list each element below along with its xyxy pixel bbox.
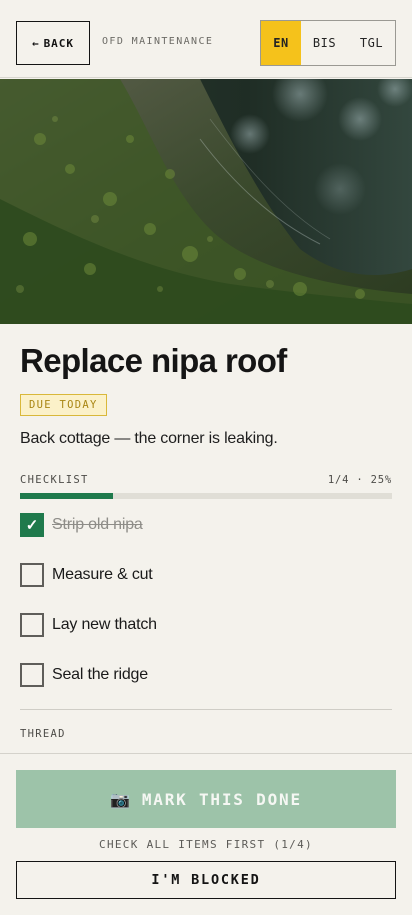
checkbox[interactable] (20, 663, 44, 687)
task-description: Back cottage — the corner is leaking. (20, 430, 278, 447)
camera-icon: 📷 (110, 789, 132, 809)
checklist-item[interactable]: Measure & cut (20, 550, 392, 600)
task-photo (0, 79, 412, 324)
section-divider (20, 709, 392, 710)
checklist: ✓ Strip old nipa Measure & cut Lay new t… (20, 500, 392, 700)
task-title: Replace nipa roof (20, 342, 287, 379)
due-badge: DUE TODAY (20, 394, 107, 416)
top-bar: ← BACK OFD MAINTENANCE EN BIS TGL (0, 0, 412, 78)
thread-heading: THREAD (20, 728, 66, 740)
back-label: BACK (43, 36, 75, 50)
checklist-progress-fill (20, 493, 113, 499)
checklist-progress-text: 1/4 · 25% (327, 474, 392, 486)
language-option-en[interactable]: EN (261, 21, 301, 65)
checklist-item-label: Lay new thatch (52, 616, 157, 633)
mark-done-button[interactable]: 📷 MARK THIS DONE (16, 770, 396, 828)
checkbox[interactable] (20, 563, 44, 587)
mark-done-label: MARK THIS DONE (141, 789, 302, 809)
language-switcher: EN BIS TGL (260, 20, 396, 66)
checklist-progress-bar (20, 493, 392, 499)
checklist-item[interactable]: Seal the ridge (20, 650, 392, 700)
checklist-item[interactable]: Lay new thatch (20, 600, 392, 650)
checklist-item-label: Seal the ridge (52, 666, 148, 683)
checklist-item-label: Measure & cut (52, 566, 153, 583)
back-button[interactable]: ← BACK (16, 21, 90, 65)
arrow-left-icon: ← (31, 36, 40, 50)
checklist-heading: CHECKLIST (20, 474, 89, 486)
completion-hint: CHECK ALL ITEMS FIRST (1/4) (99, 838, 313, 851)
action-footer: 📷 MARK THIS DONE CHECK ALL ITEMS FIRST (… (0, 753, 412, 915)
checklist-item-label: Strip old nipa (52, 516, 143, 533)
checklist-item[interactable]: ✓ Strip old nipa (20, 500, 392, 550)
checkbox[interactable] (20, 613, 44, 637)
language-option-tgl[interactable]: TGL (348, 21, 395, 65)
language-option-bis[interactable]: BIS (301, 21, 348, 65)
blocked-button[interactable]: I'M BLOCKED (16, 861, 396, 899)
section-title: OFD MAINTENANCE (102, 36, 214, 47)
checkbox[interactable]: ✓ (20, 513, 44, 537)
